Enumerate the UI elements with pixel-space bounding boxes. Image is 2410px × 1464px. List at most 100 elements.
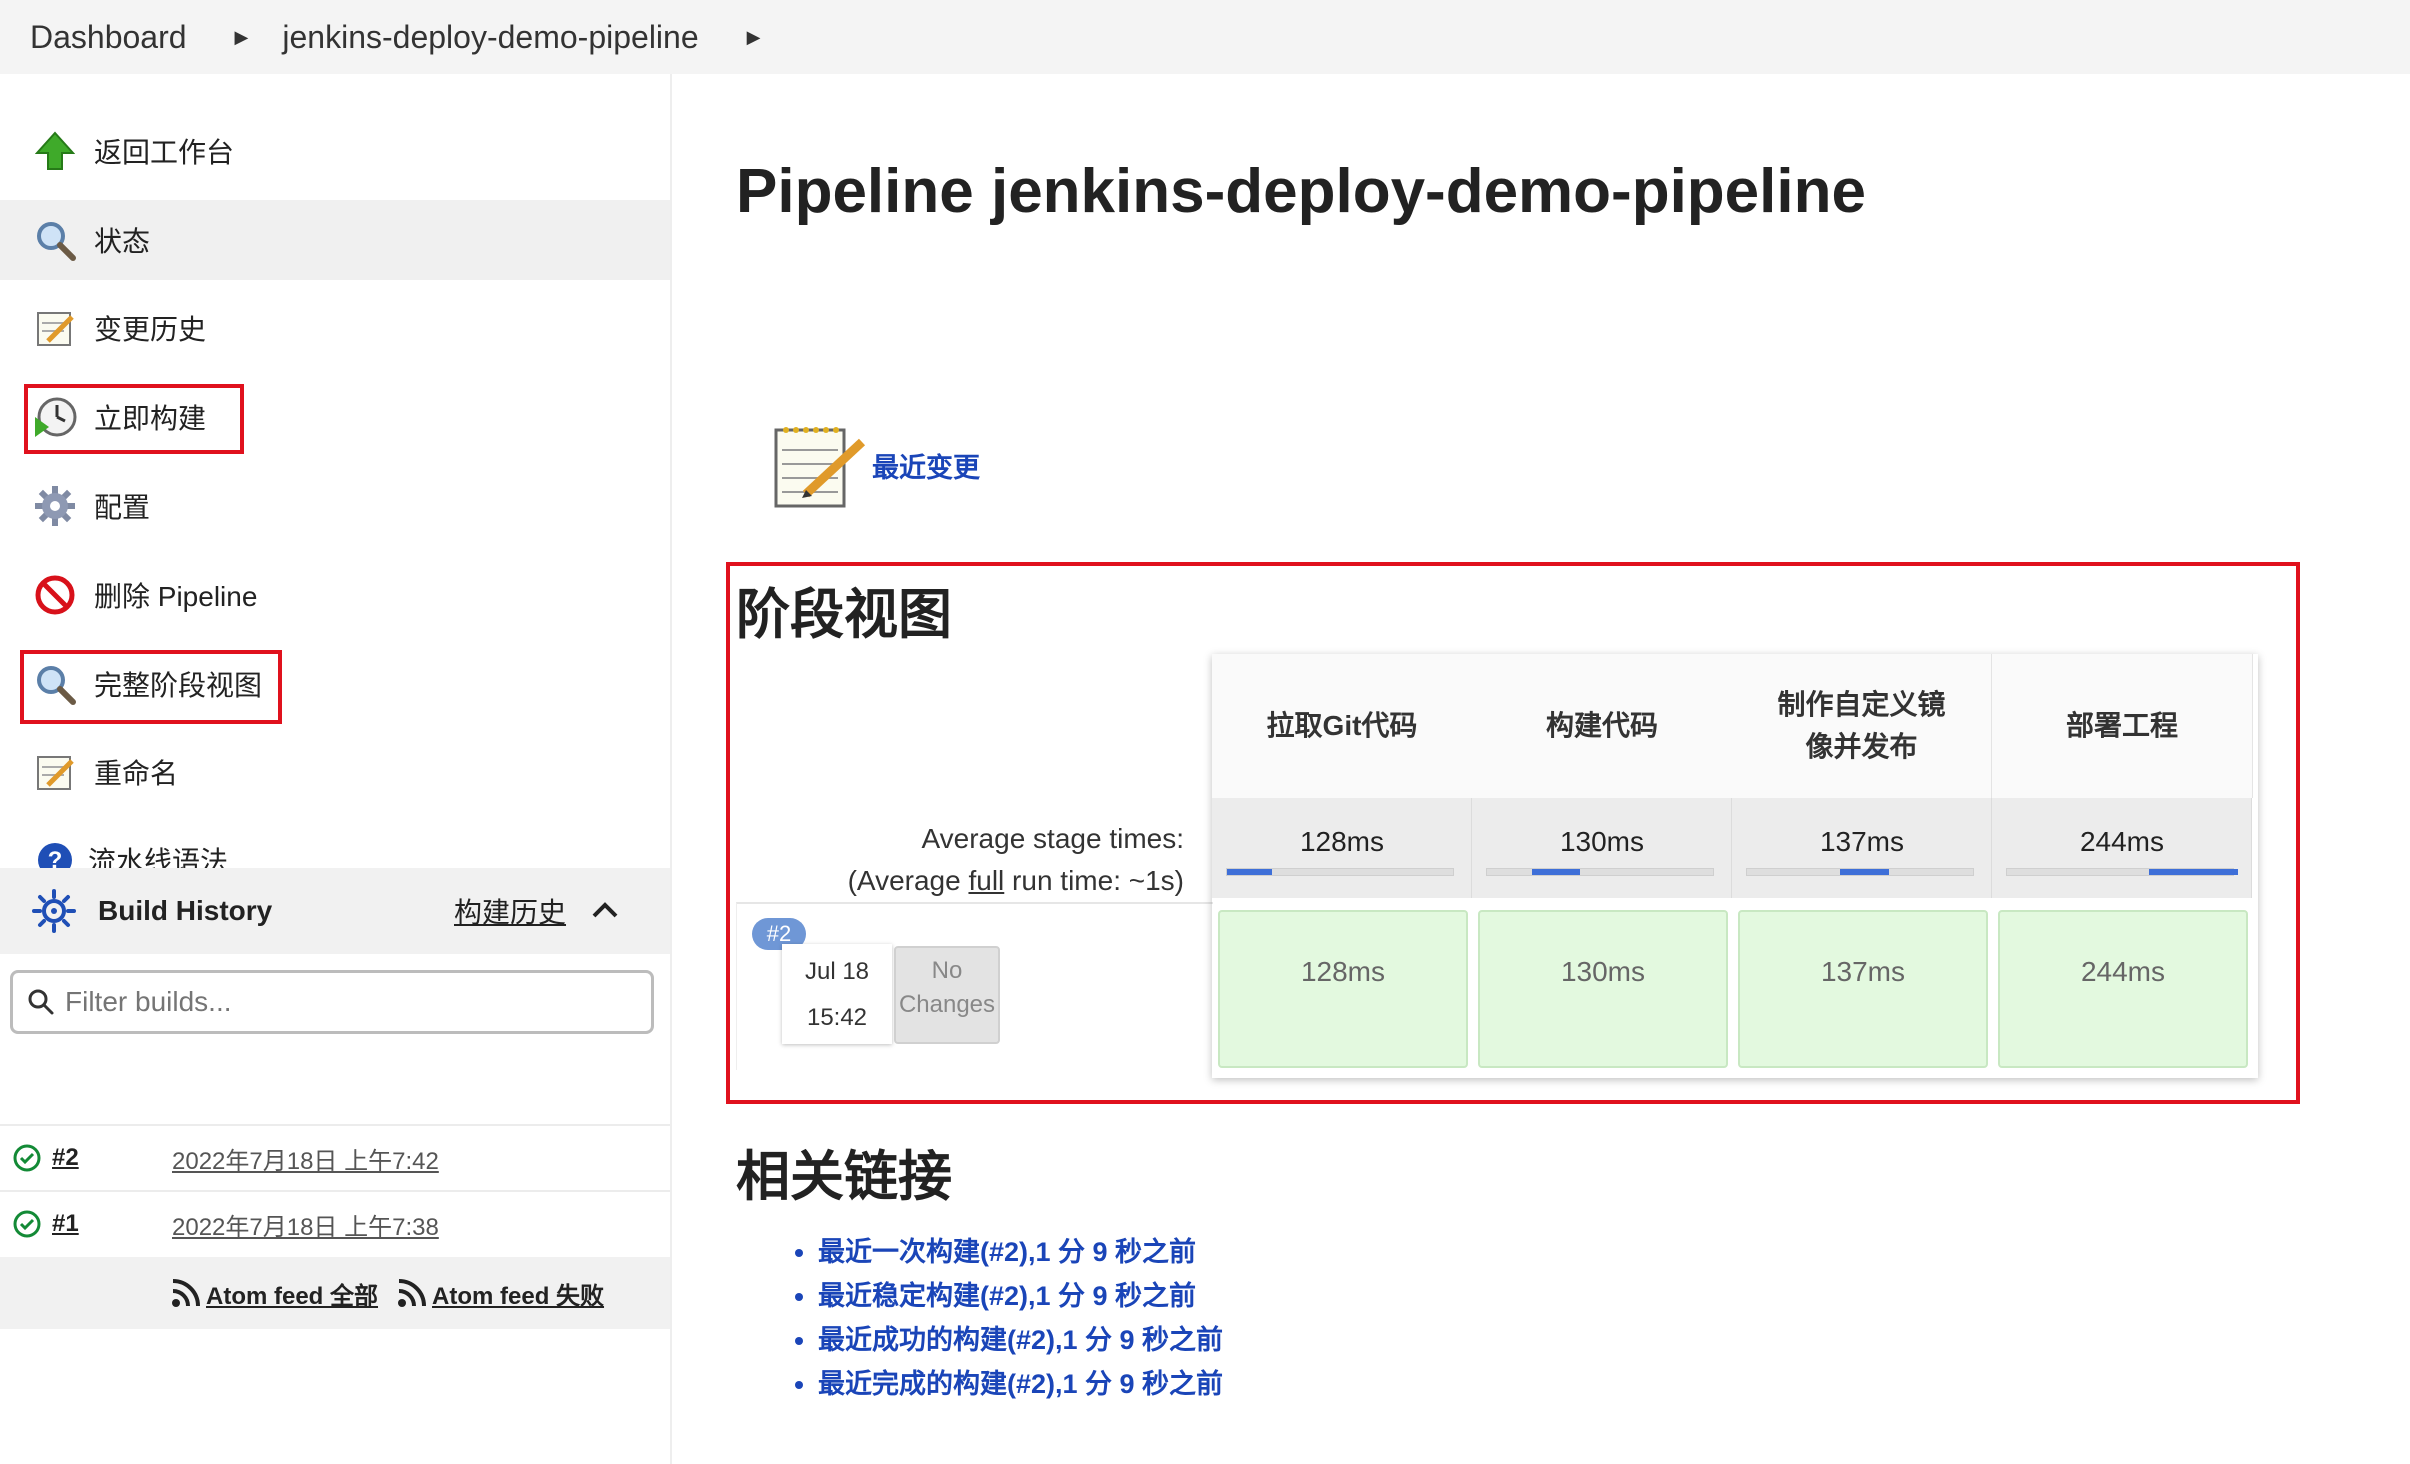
avg-full-prefix: (Average: [847, 865, 969, 896]
sidebar-item-label: 状态: [94, 226, 151, 257]
stage-average: 244ms: [1992, 798, 2252, 898]
notepad-icon: [32, 305, 78, 351]
related-link[interactable]: 最近完成的构建(#2),1 分 9 秒之前: [818, 1369, 1223, 1399]
related-links-list: 最近一次构建(#2),1 分 9 秒之前 最近稳定构建(#2),1 分 9 秒之…: [770, 1230, 1223, 1406]
average-stage-times-label: Average stage times: (Average full run t…: [800, 818, 1184, 902]
list-item: 最近稳定构建(#2),1 分 9 秒之前: [818, 1274, 1223, 1318]
build-number-link[interactable]: #1: [52, 1210, 79, 1238]
stage-result-time: 130ms: [1560, 956, 1646, 987]
sidebar-item-label: 返回工作台: [94, 137, 235, 168]
sidebar-item-configure[interactable]: 配置: [0, 466, 670, 546]
build-history-icon: [32, 889, 76, 933]
list-item: 最近成功的构建(#2),1 分 9 秒之前: [818, 1318, 1223, 1362]
related-links-heading: 相关链接: [736, 1147, 952, 1207]
gear-icon: [32, 483, 78, 529]
related-link[interactable]: 最近稳定构建(#2),1 分 9 秒之前: [818, 1281, 1196, 1311]
success-check-icon: [12, 1143, 42, 1173]
breadcrumb-job[interactable]: jenkins-deploy-demo-pipeline: [282, 19, 698, 56]
stage-progress-track: [1226, 868, 1454, 876]
rss-icon: [398, 1279, 427, 1307]
chevron-up-icon[interactable]: [590, 895, 620, 927]
stage-header-line: 制作自定义镜: [1777, 689, 1946, 720]
stage-result-cell[interactable]: 130ms: [1478, 910, 1728, 1068]
sidebar-item-back-dashboard[interactable]: 返回工作台: [0, 111, 670, 191]
chevron-right-icon[interactable]: ▶: [235, 27, 249, 48]
stage-header-text: 制作自定义镜 像并发布: [1777, 684, 1945, 768]
build-history-trend-link[interactable]: 构建历史: [454, 891, 566, 931]
stage-progress-fill: [2149, 869, 2238, 875]
list-item: 最近一次构建(#2),1 分 9 秒之前: [818, 1230, 1223, 1274]
stage-result-time: 244ms: [2080, 956, 2166, 987]
avg-full-suffix: run time: ~1s): [1004, 865, 1184, 896]
recent-changes: 最近变更: [772, 420, 980, 510]
chevron-right-icon[interactable]: ▶: [747, 27, 761, 48]
stage-header: 构建代码: [1472, 654, 1733, 798]
stage-header: 部署工程: [1992, 654, 2253, 798]
sidebar-item-rename[interactable]: 重命名: [0, 732, 670, 812]
avg-full-run-text: (Average full run time: ~1s): [800, 860, 1184, 902]
stage-header-line: 像并发布: [1805, 731, 1918, 762]
sidebar-item-changes[interactable]: 变更历史: [0, 288, 670, 368]
search-icon: [32, 217, 78, 263]
avg-full-link[interactable]: full: [968, 865, 1004, 896]
sidebar-item-label: 配置: [94, 492, 151, 523]
filter-builds-field[interactable]: [10, 970, 654, 1034]
build-row[interactable]: #1 2022年7月18日 上午7:38: [0, 1190, 670, 1256]
build-number-link[interactable]: #2: [52, 1144, 79, 1172]
avg-stage-text: Average stage times:: [921, 823, 1184, 854]
list-item: 最近完成的构建(#2),1 分 9 秒之前: [818, 1362, 1223, 1406]
success-check-icon: [12, 1209, 42, 1239]
stage-result-time: 137ms: [1820, 956, 1906, 987]
stage-result-cell[interactable]: 244ms: [1998, 910, 2248, 1068]
stage-progress-fill: [1227, 869, 1273, 875]
related-link[interactable]: 最近一次构建(#2),1 分 9 秒之前: [818, 1237, 1196, 1267]
build-date-link[interactable]: 2022年7月18日 上午7:42: [172, 1141, 439, 1176]
atom-feeds-bar: Atom feed 全部 Atom feed 失败: [0, 1257, 670, 1329]
stage-average-value: 137ms: [1819, 826, 1905, 857]
filter-builds-input[interactable]: [63, 985, 627, 1019]
feed-label: Atom feed 全部: [206, 1282, 379, 1310]
stage-progress-track: [1746, 868, 1974, 876]
sidebar-item-delete-pipeline[interactable]: 删除 Pipeline: [0, 555, 670, 635]
stage-header: 拉取Git代码: [1212, 654, 1473, 798]
sidebar-item-label: 变更历史: [94, 314, 207, 345]
no-entry-icon: [32, 572, 78, 618]
stage-result-cell[interactable]: 128ms: [1218, 910, 1468, 1068]
stage-progress-fill: [1839, 869, 1890, 875]
highlight-build-now: [24, 384, 244, 454]
run-time: 15:42: [806, 1004, 868, 1031]
sidebar-item-status[interactable]: 状态: [0, 200, 670, 280]
build-history-title: Build History: [98, 895, 273, 926]
stage-progress-track: [1486, 868, 1714, 876]
recent-changes-link[interactable]: 最近变更: [872, 446, 980, 485]
build-date-link[interactable]: 2022年7月18日 上午7:38: [172, 1207, 439, 1242]
stage-average-value: 128ms: [1299, 826, 1385, 857]
rss-icon: [172, 1279, 200, 1307]
stage-result-time: 128ms: [1300, 956, 1386, 987]
related-link[interactable]: 最近成功的构建(#2),1 分 9 秒之前: [818, 1325, 1223, 1355]
breadcrumb: Dashboard ▶ jenkins-deploy-demo-pipeline…: [0, 0, 2410, 74]
run-date-card[interactable]: Jul 18 15:42: [782, 944, 892, 1044]
stage-table: 拉取Git代码 构建代码 制作自定义镜 像并发布 部署工程 128ms 130ms…: [1212, 654, 2258, 1078]
feed-label: Atom feed 失败: [432, 1282, 605, 1310]
stage-progress-track: [2006, 868, 2238, 876]
notepad-icon: [772, 420, 868, 510]
highlight-full-stage-view: [20, 650, 282, 724]
atom-feed-all-link[interactable]: Atom feed 全部: [170, 1276, 378, 1311]
stage-header: 制作自定义镜 像并发布: [1732, 654, 1992, 798]
stage-average: 137ms: [1732, 798, 1992, 898]
sidebar-item-label: 删除 Pipeline: [94, 581, 258, 612]
sidebar-item-label: 重命名: [94, 758, 179, 789]
atom-feed-fail-link[interactable]: Atom feed 失败: [396, 1276, 604, 1311]
stage-result-cell[interactable]: 137ms: [1738, 910, 1988, 1068]
stage-average-value: 244ms: [2079, 826, 2165, 857]
build-row[interactable]: #2 2022年7月18日 上午7:42: [0, 1124, 670, 1190]
build-history-header: Build History 构建历史: [0, 868, 670, 954]
run-date: Jul 18: [804, 958, 870, 985]
stage-progress-fill: [1532, 869, 1580, 875]
no-changes-box[interactable]: No Changes: [894, 946, 1000, 1044]
breadcrumb-dashboard[interactable]: Dashboard: [30, 19, 187, 56]
stage-average: 130ms: [1472, 798, 1732, 898]
stage-average: 128ms: [1212, 798, 1472, 898]
stage-average-value: 130ms: [1559, 826, 1645, 857]
